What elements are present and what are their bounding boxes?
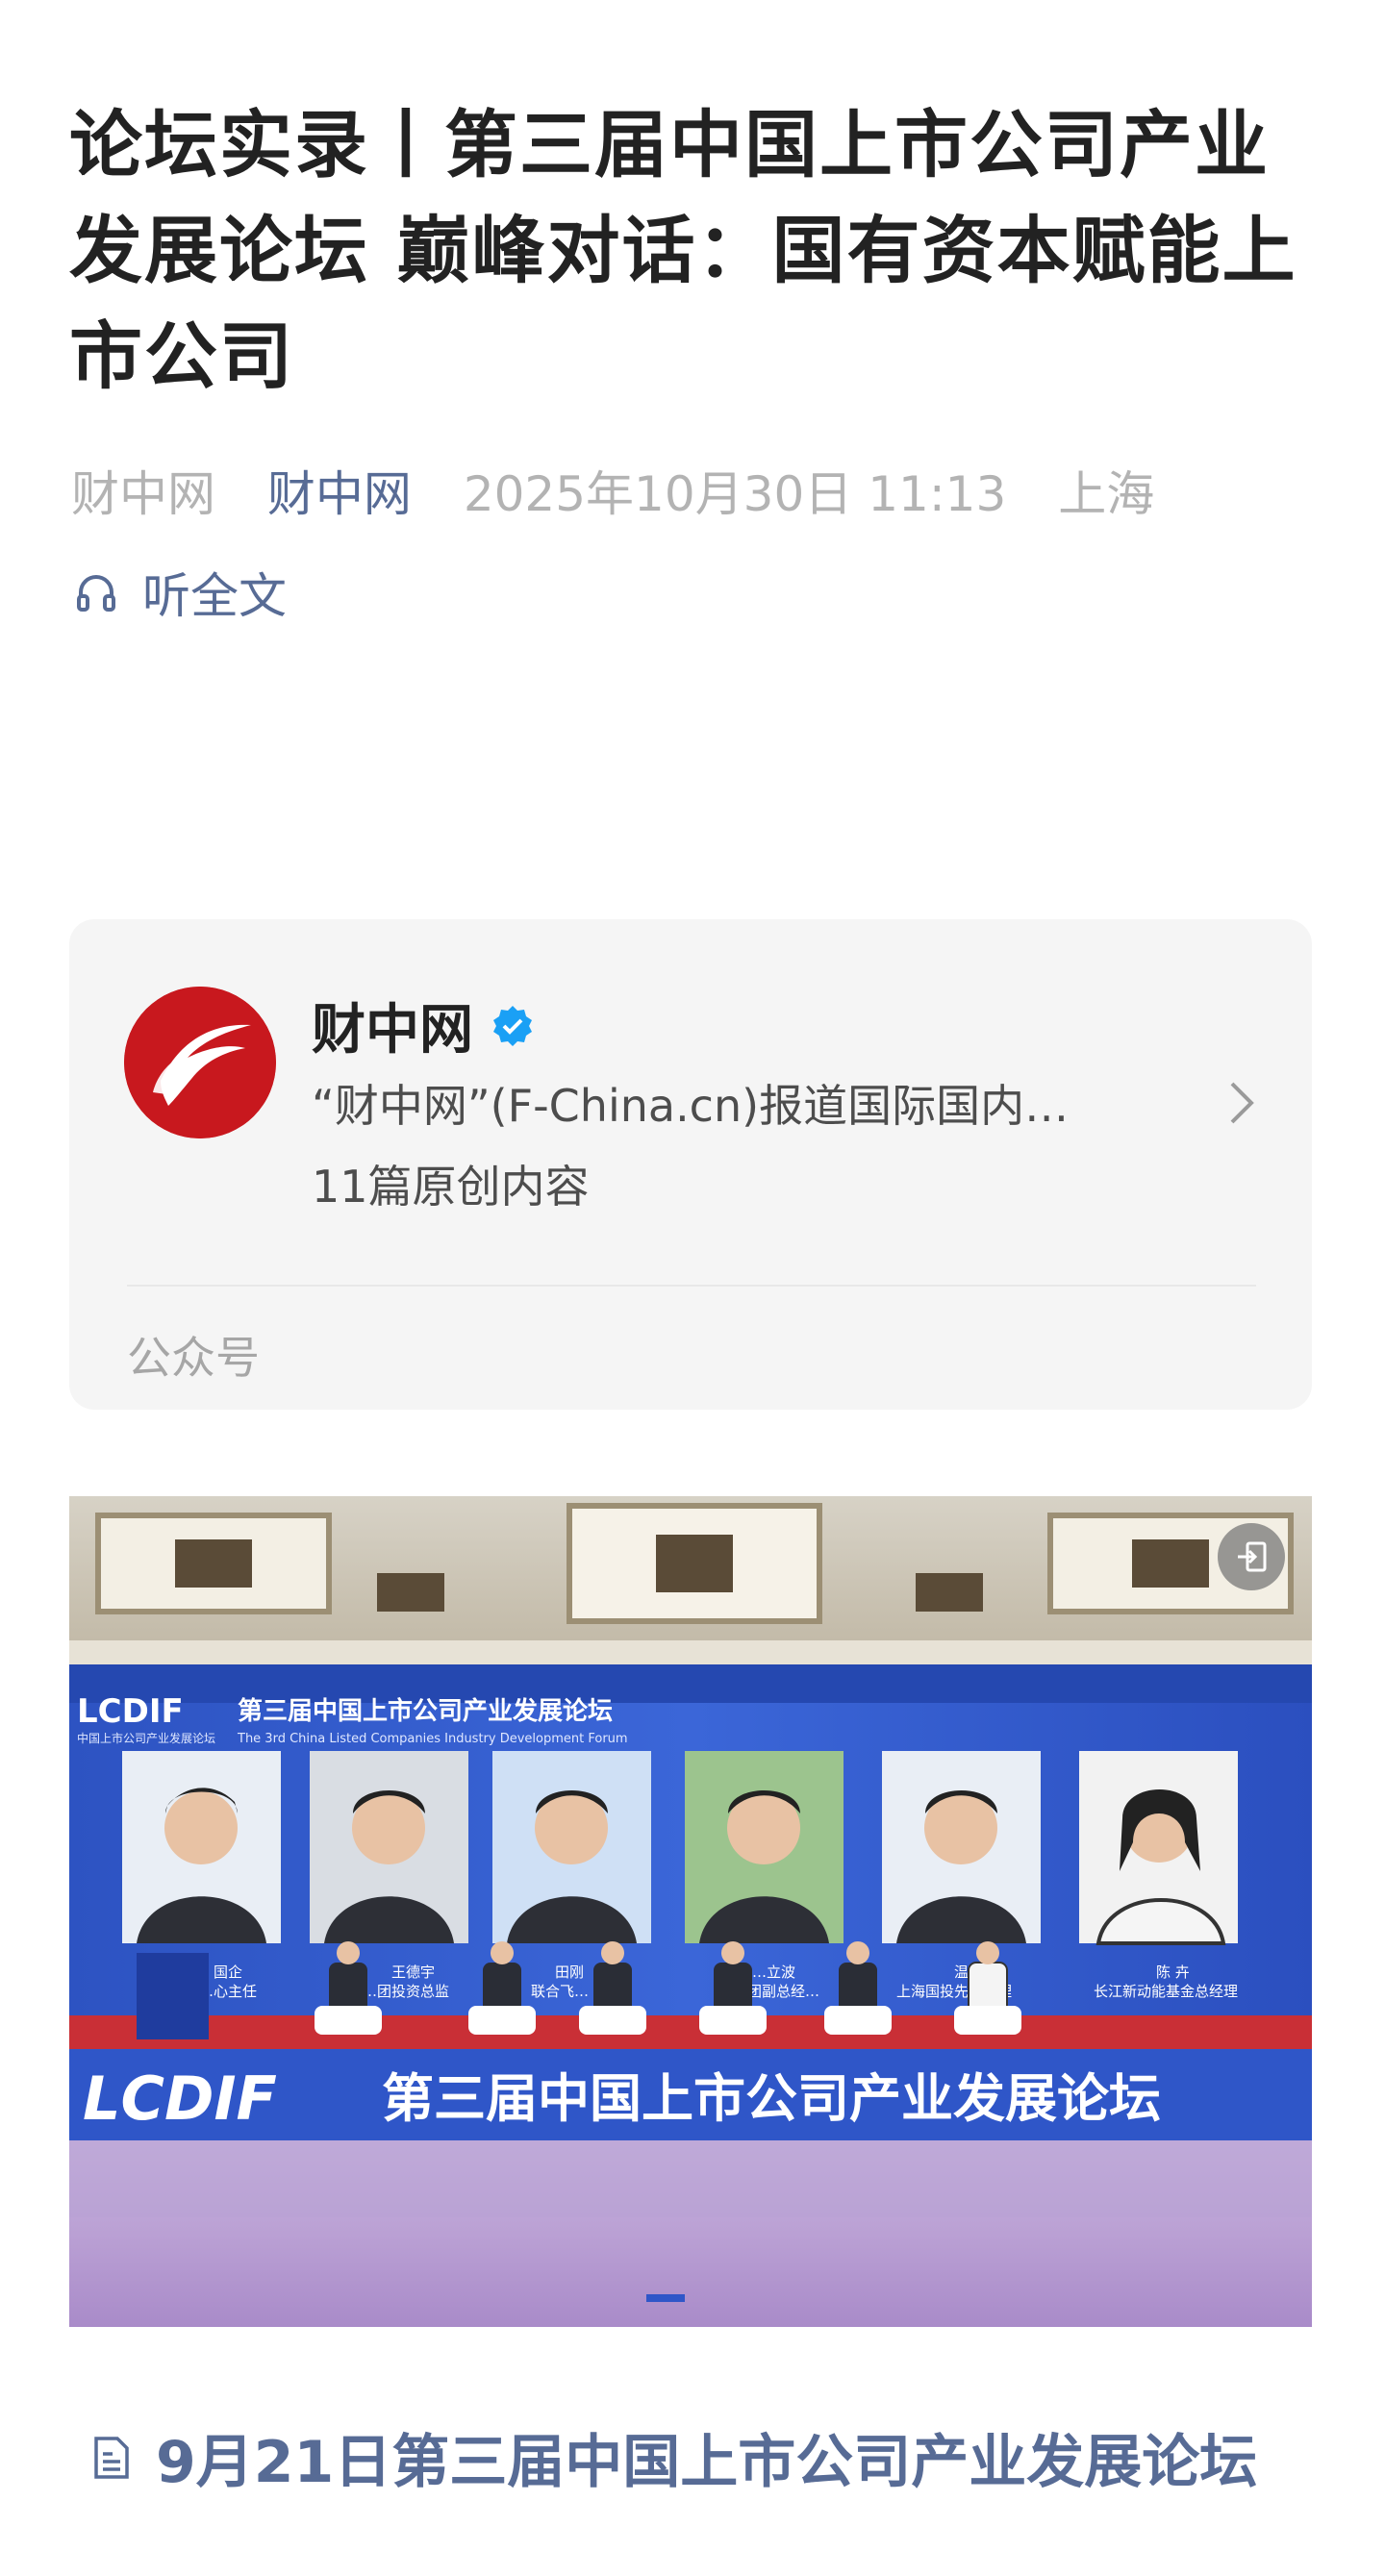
caption-text: 9月21日第三届中国上市公司产业发展论坛 — [156, 2429, 1258, 2496]
speaker-name-2: 王德宇 — [391, 1963, 435, 1981]
brand-logo-icon — [124, 987, 276, 1138]
card-divider — [127, 1285, 1256, 1287]
account-link[interactable]: 财中网 — [267, 466, 412, 522]
exit-fullscreen-button[interactable] — [1218, 1523, 1285, 1590]
account-name-row[interactable]: 财中网 — [312, 987, 535, 1064]
speaker-name-1: 国企 — [214, 1963, 242, 1981]
listen-button[interactable]: 听全文 — [73, 558, 287, 627]
publish-location: 上海 — [1058, 466, 1155, 522]
document-icon — [94, 2436, 129, 2479]
account-name: 财中网 — [312, 999, 473, 1062]
publish-time: 2025年10月30日 11:13 — [463, 466, 1007, 522]
speaker-name-4: …立波 — [752, 1963, 795, 1981]
listen-label: 听全文 — [142, 568, 287, 624]
article-meta: 财中网 财中网 2025年10月30日 11:13 上海 — [71, 456, 1191, 525]
article-photo[interactable]: LCDIF 中国上市公司产业发展论坛 第三届中国上市公司产业发展论坛 The 3… — [69, 1496, 1312, 2327]
speaker-title-2: …团投资总监 — [363, 1983, 449, 2000]
speaker-name-3: 田刚 — [555, 1963, 584, 1981]
exit-fullscreen-icon — [1238, 1541, 1267, 1572]
speaker-name-5: 温 — [954, 1963, 969, 1981]
floor-banner-text: 第三届中国上市公司产业发展论坛 — [382, 2068, 1161, 2129]
speaker-title-3: 联合飞… — [531, 1983, 589, 2000]
banner-subtitle: The 3rd China Listed Companies Industry … — [237, 1732, 628, 1746]
speaker-title-6: 长江新动能基金总经理 — [1094, 1983, 1238, 2000]
banner-title: 第三届中国上市公司产业发展论坛 — [238, 1696, 613, 1726]
speaker-name-6: 陈 卉 — [1156, 1963, 1190, 1981]
article-author: 财中网 — [71, 466, 215, 522]
account-article-count: 11篇原创内容 — [312, 1161, 590, 1213]
banner-logo: LCDIF — [77, 1692, 184, 1731]
verified-badge-icon — [493, 1005, 532, 1046]
floor-banner-logo: LCDIF — [83, 2063, 277, 2134]
photo-caption: 9月21日第三届中国上市公司产业发展论坛 — [92, 2415, 1257, 2499]
chevron-right-icon[interactable] — [1227, 1079, 1256, 1127]
forum-stage-image: LCDIF 中国上市公司产业发展论坛 第三届中国上市公司产业发展论坛 The 3… — [69, 1496, 1312, 2327]
account-card[interactable]: 财中网 “财中网”(F-China.cn)报道国际国内… 11篇原创内容 公众号 — [69, 919, 1312, 1410]
headphones-icon — [77, 575, 115, 612]
article-title: 论坛实录丨第三届中国上市公司产业发展论坛 巅峰对话：国有资本赋能上市公司 — [69, 102, 1297, 399]
account-description: “财中网”(F-China.cn)报道国际国内… — [312, 1080, 1070, 1132]
account-avatar[interactable] — [124, 987, 276, 1138]
banner-logo-sub: 中国上市公司产业发展论坛 — [77, 1731, 215, 1745]
card-type-label: 公众号 — [127, 1332, 260, 1384]
